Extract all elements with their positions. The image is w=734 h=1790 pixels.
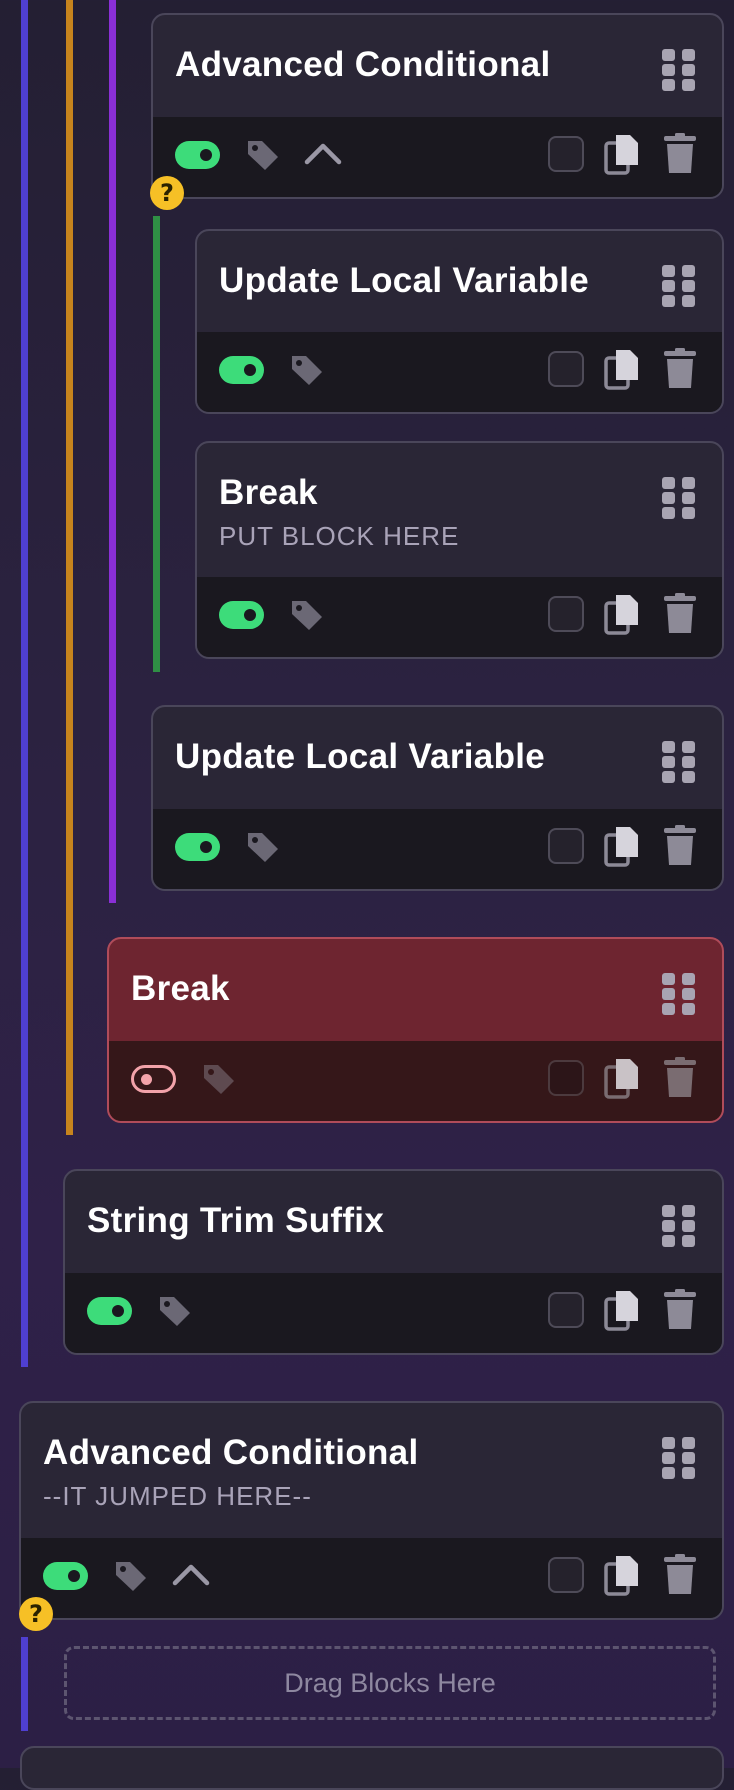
select-checkbox[interactable]: [548, 1292, 584, 1328]
block-update-local-variable[interactable]: Update Local Variable: [195, 229, 724, 414]
tag-icon[interactable]: [113, 1558, 149, 1594]
drag-handle-icon[interactable]: [662, 265, 696, 307]
drag-handle-icon[interactable]: [662, 973, 696, 1015]
drag-blocks-dropzone[interactable]: Drag Blocks Here: [64, 1646, 716, 1720]
nest-line-green: [153, 216, 160, 672]
block-title: Break: [219, 473, 318, 512]
copy-icon[interactable]: [604, 593, 640, 635]
enable-toggle[interactable]: [219, 356, 264, 384]
block-title: Break: [131, 969, 230, 1008]
trash-icon[interactable]: [662, 133, 698, 175]
copy-icon[interactable]: [604, 348, 640, 390]
copy-icon[interactable]: [604, 1554, 640, 1596]
enable-toggle[interactable]: [131, 1065, 176, 1093]
chevron-up-icon[interactable]: [171, 1561, 211, 1587]
trash-icon[interactable]: [662, 825, 698, 867]
select-checkbox[interactable]: [548, 136, 584, 172]
select-checkbox[interactable]: [548, 828, 584, 864]
nest-line-outer-lower: [21, 1637, 28, 1731]
block-toolbar: [197, 577, 722, 657]
nest-line-mid: [66, 0, 73, 1135]
block-title: Update Local Variable: [175, 737, 546, 776]
block-toolbar: [109, 1041, 722, 1121]
enable-toggle[interactable]: [43, 1562, 88, 1590]
tag-icon[interactable]: [245, 137, 281, 173]
copy-icon[interactable]: [604, 133, 640, 175]
select-checkbox[interactable]: [548, 351, 584, 387]
trash-icon[interactable]: [662, 1554, 698, 1596]
block-title: Update Local Variable: [219, 261, 590, 300]
block-advanced-conditional[interactable]: Advanced Conditional --IT JUMPED HERE--: [19, 1401, 724, 1620]
next-block-partial[interactable]: [20, 1746, 724, 1790]
block-break[interactable]: Break PUT BLOCK HERE: [195, 441, 724, 659]
tag-icon[interactable]: [289, 597, 325, 633]
block-advanced-conditional[interactable]: Advanced Conditional: [151, 13, 724, 199]
block-toolbar: [153, 809, 722, 889]
trash-icon[interactable]: [662, 593, 698, 635]
block-toolbar: [65, 1273, 722, 1353]
chevron-up-icon[interactable]: [303, 140, 343, 166]
enable-toggle[interactable]: [175, 833, 220, 861]
copy-icon[interactable]: [604, 1057, 640, 1099]
block-update-local-variable[interactable]: Update Local Variable: [151, 705, 724, 891]
tag-icon[interactable]: [157, 1293, 193, 1329]
drag-handle-icon[interactable]: [662, 1437, 696, 1479]
block-toolbar: [197, 332, 722, 412]
drag-handle-icon[interactable]: [662, 49, 696, 91]
tag-icon[interactable]: [245, 829, 281, 865]
block-toolbar: [21, 1538, 722, 1618]
block-toolbar: [153, 117, 722, 197]
drag-handle-icon[interactable]: [662, 477, 696, 519]
nest-line-inner: [109, 0, 116, 903]
nest-line-outer: [21, 0, 28, 1367]
block-subtitle: PUT BLOCK HERE: [219, 521, 460, 551]
block-title: Advanced Conditional: [43, 1433, 419, 1472]
copy-icon[interactable]: [604, 825, 640, 867]
drag-handle-icon[interactable]: [662, 741, 696, 783]
tag-icon[interactable]: [201, 1061, 237, 1097]
trash-icon[interactable]: [662, 1289, 698, 1331]
select-checkbox[interactable]: [548, 1557, 584, 1593]
tag-icon[interactable]: [289, 352, 325, 388]
block-title: String Trim Suffix: [87, 1201, 385, 1240]
block-subtitle: --IT JUMPED HERE--: [43, 1481, 312, 1511]
trash-icon[interactable]: [662, 348, 698, 390]
drag-handle-icon[interactable]: [662, 1205, 696, 1247]
enable-toggle[interactable]: [87, 1297, 132, 1325]
copy-icon[interactable]: [604, 1289, 640, 1331]
block-title: Advanced Conditional: [175, 45, 551, 84]
block-break-error[interactable]: Break: [107, 937, 724, 1123]
help-badge-icon[interactable]: ?: [150, 176, 184, 210]
select-checkbox[interactable]: [548, 596, 584, 632]
block-string-trim-suffix[interactable]: String Trim Suffix: [63, 1169, 724, 1355]
trash-icon[interactable]: [662, 1057, 698, 1099]
enable-toggle[interactable]: [175, 141, 220, 169]
help-badge-icon[interactable]: ?: [19, 1597, 53, 1631]
select-checkbox[interactable]: [548, 1060, 584, 1096]
enable-toggle[interactable]: [219, 601, 264, 629]
